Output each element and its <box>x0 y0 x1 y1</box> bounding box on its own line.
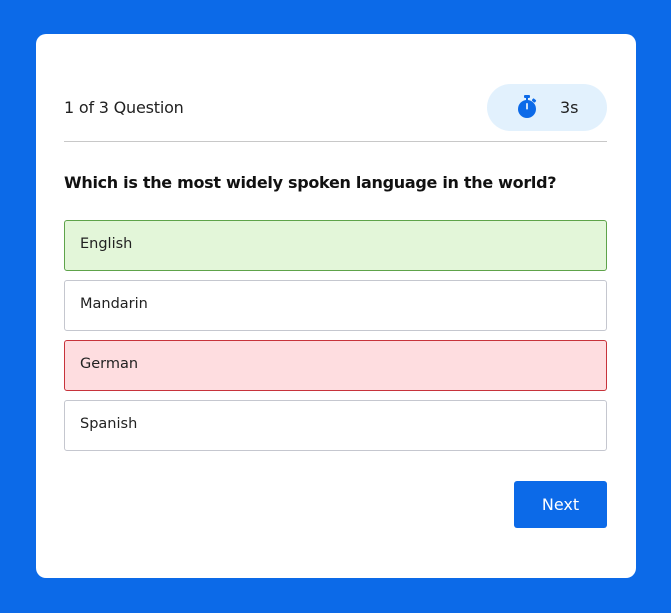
option-english[interactable]: English <box>64 220 607 271</box>
option-german[interactable]: German <box>64 340 607 391</box>
option-label: Mandarin <box>80 296 148 312</box>
next-button[interactable]: Next <box>514 481 607 528</box>
quiz-header: 1 of 3 Question 3s <box>64 84 607 131</box>
stopwatch-icon <box>516 95 538 119</box>
quiz-card: 1 of 3 Question 3s Which is the most wid… <box>36 34 636 578</box>
option-spanish[interactable]: Spanish <box>64 400 607 451</box>
timer-pill: 3s <box>487 84 607 131</box>
timer-value: 3s <box>560 98 579 117</box>
option-label: Spanish <box>80 416 138 432</box>
question-text: Which is the most widely spoken language… <box>64 173 557 192</box>
question-counter: 1 of 3 Question <box>64 98 184 117</box>
option-label: English <box>80 236 133 252</box>
answer-options: English Mandarin German Spanish <box>64 220 607 460</box>
option-mandarin[interactable]: Mandarin <box>64 280 607 331</box>
option-label: German <box>80 356 139 372</box>
header-divider <box>64 141 607 142</box>
